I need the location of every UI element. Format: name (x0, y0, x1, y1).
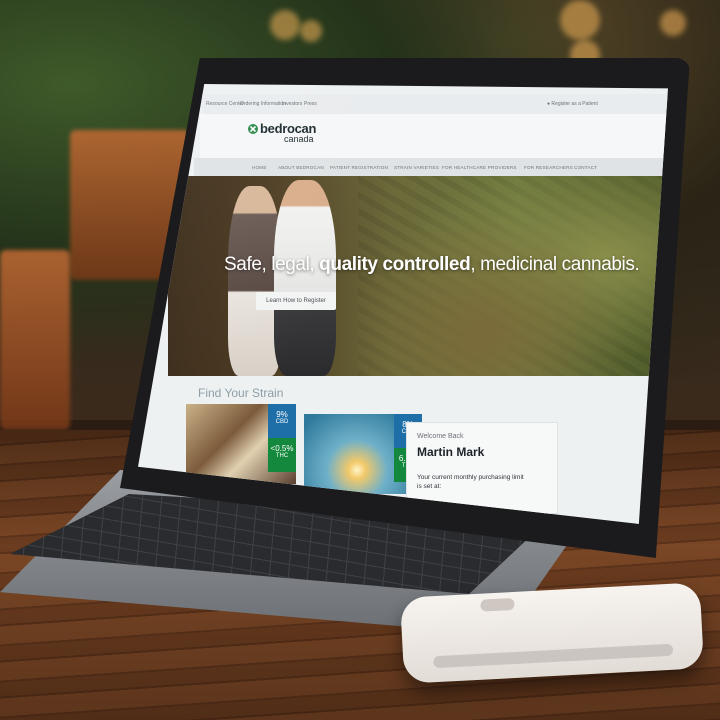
welcome-greeting: Welcome Back (417, 433, 464, 440)
smartphone (399, 582, 705, 684)
topbar-link[interactable]: Press (304, 101, 317, 107)
nav-item-about[interactable]: ABOUT BEDROCAN (278, 165, 324, 170)
user-icon: ● (547, 101, 551, 107)
user-name: Martin Mark (417, 445, 485, 459)
find-strain-title: Find Your Strain (198, 386, 284, 400)
topbar-link[interactable]: Ordering Information (240, 101, 286, 107)
hero-title: Safe, legal, quality controlled, medicin… (224, 254, 640, 275)
register-patient-link[interactable]: ● Register as a Patient (547, 101, 598, 107)
x-logo-icon (248, 124, 258, 134)
site-header: bedrocan canada (200, 114, 668, 158)
background-chair (0, 250, 70, 430)
hero-person-man (274, 180, 336, 376)
phone-edge (433, 643, 674, 669)
nav-item-researchers[interactable]: FOR RESEARCHERS (524, 165, 573, 170)
main-nav: HOME ABOUT BEDROCAN PATIENT REGISTRATION… (194, 158, 668, 176)
utility-bar: Resource Center Ordering Information Inv… (202, 94, 668, 114)
nav-item-home[interactable]: HOME (252, 165, 267, 170)
website: Resource Center Ordering Information Inv… (138, 84, 668, 524)
topbar-link[interactable]: Investors (282, 101, 302, 107)
learn-register-button[interactable]: Learn How to Register (256, 292, 336, 310)
nav-item-strain-varieties[interactable]: STRAIN VARIETIES (394, 165, 439, 170)
topbar-link[interactable]: Resource Center (206, 101, 244, 107)
purchase-limit-text: Your current monthly purchasing limit is… (417, 474, 524, 490)
bokeh-light (560, 0, 600, 40)
bokeh-light (300, 20, 322, 42)
strain-card[interactable]: 9% CBD <0.5% THC (186, 404, 296, 484)
logo-subtitle: canada (284, 134, 314, 144)
thc-badge: <0.5% THC (268, 438, 296, 472)
hero-banner: Safe, legal, quality controlled, medicin… (168, 176, 668, 376)
nav-item-healthcare-providers[interactable]: FOR HEALTHCARE PROVIDERS (442, 165, 517, 170)
hero-landscape (358, 176, 668, 376)
nav-item-contact[interactable]: CONTACT (574, 165, 597, 170)
photo-scene: Resource Center Ordering Information Inv… (0, 0, 720, 720)
camera-bump (480, 597, 515, 612)
cbd-badge: 9% CBD (268, 404, 296, 438)
strain-card[interactable]: 8% CBD 6.5% THC (304, 414, 422, 494)
laptop-screen: Resource Center Ordering Information Inv… (138, 84, 668, 524)
bokeh-light (270, 10, 300, 40)
nav-item-patient-registration[interactable]: PATIENT REGISTRATION (330, 165, 388, 170)
bokeh-light (660, 10, 686, 36)
